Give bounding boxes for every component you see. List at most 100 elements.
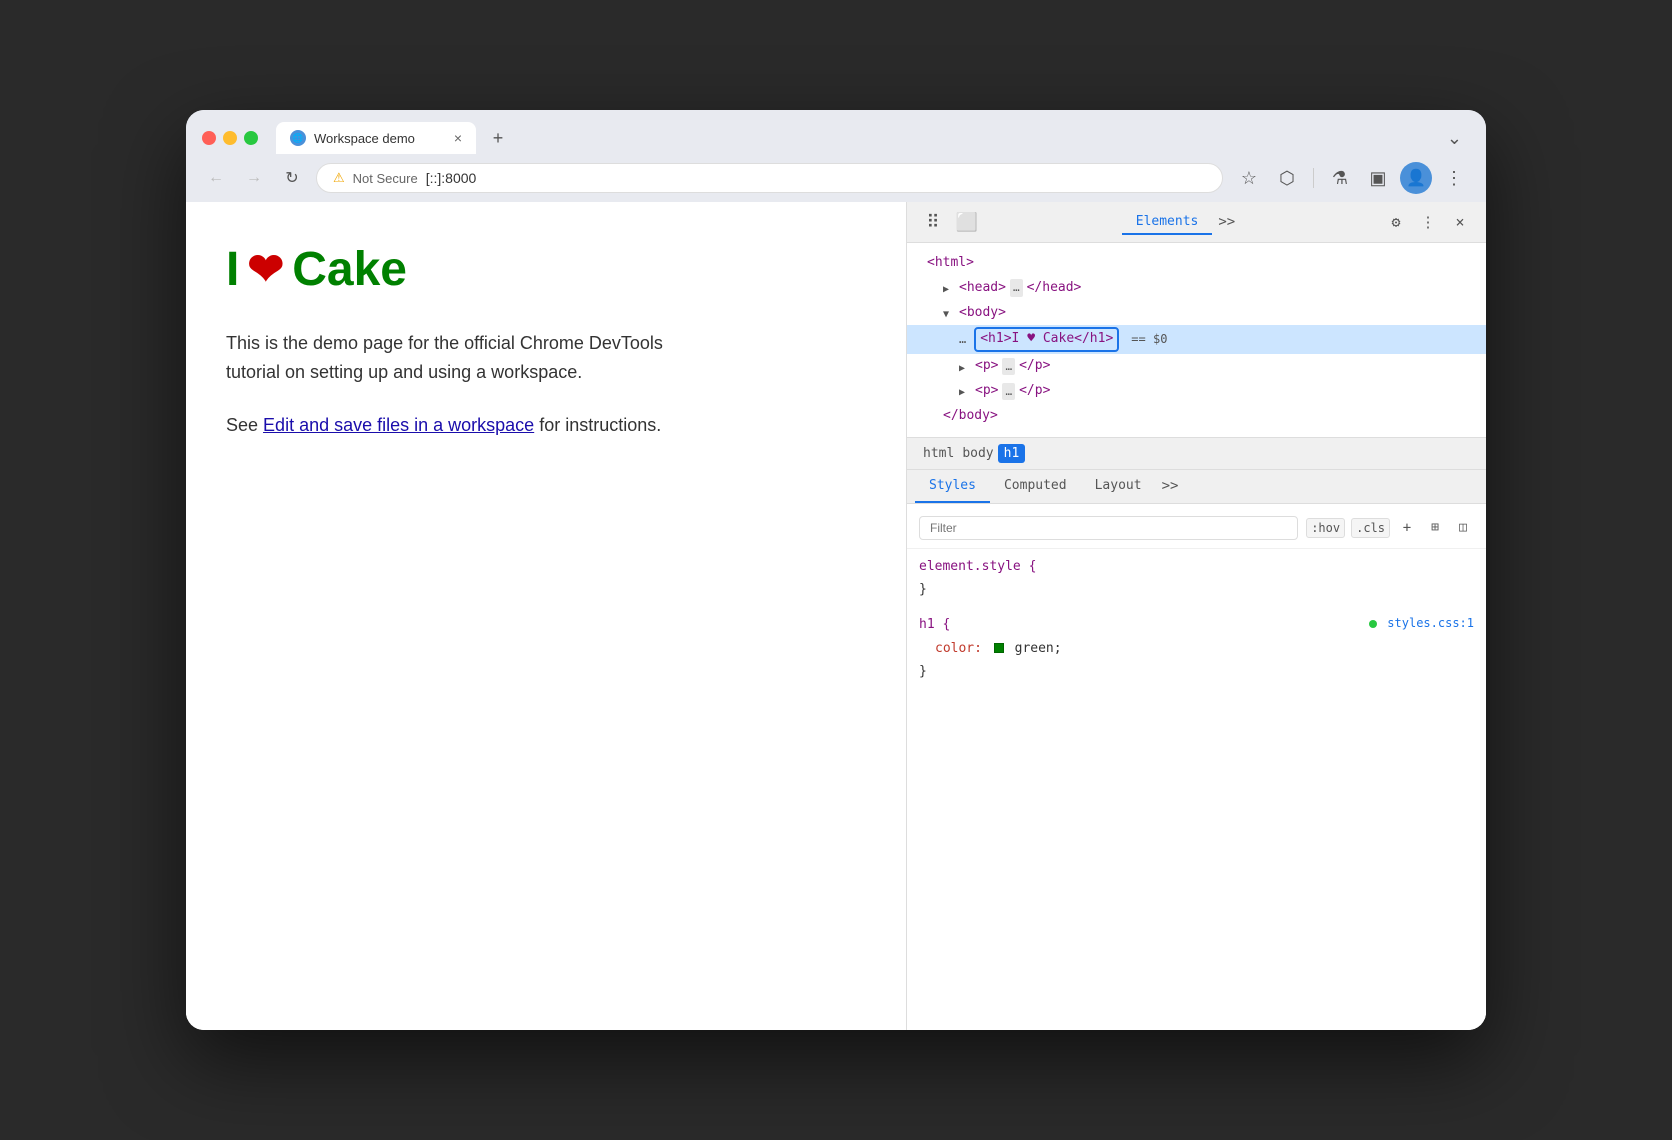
dom-body-tag: <body> bbox=[959, 303, 1006, 324]
styles-more-tabs[interactable]: >> bbox=[1156, 470, 1185, 503]
h1-closing: } bbox=[919, 660, 1474, 683]
not-secure-label: Not Secure bbox=[353, 171, 418, 186]
labs-icon[interactable]: ⚗ bbox=[1324, 162, 1356, 194]
browser-window: 🌐 Workspace demo × + ⌄ ← → ↻ ⚠ Not Secur… bbox=[186, 110, 1486, 1030]
security-warning-icon: ⚠ bbox=[333, 170, 345, 186]
filter-row: :hov .cls + ⊞ ◫ bbox=[907, 512, 1486, 549]
dom-h1-ellipsis[interactable]: … bbox=[959, 330, 966, 349]
inspect-element-button[interactable]: ⠿ bbox=[919, 208, 947, 236]
breadcrumb-html[interactable]: html bbox=[919, 444, 958, 463]
filter-buttons: :hov .cls + ⊞ ◫ bbox=[1306, 517, 1474, 539]
dom-h1-open-tag: <h1>I ♥ Cake</h1> bbox=[980, 329, 1113, 350]
styles-content: :hov .cls + ⊞ ◫ element.style { bbox=[907, 504, 1486, 1030]
heading-prefix: I bbox=[226, 242, 239, 297]
minimize-traffic-light[interactable] bbox=[223, 131, 237, 145]
color-swatch[interactable] bbox=[994, 643, 1004, 653]
sidebar-icon[interactable]: ▣ bbox=[1362, 162, 1394, 194]
h1-selector-line: h1 { styles.css:1 bbox=[919, 613, 1474, 636]
dom-p2-triangle[interactable]: ▶ bbox=[959, 385, 971, 397]
hov-button[interactable]: :hov bbox=[1306, 518, 1345, 538]
add-style-button[interactable]: + bbox=[1396, 517, 1418, 539]
css-source-text[interactable]: styles.css:1 bbox=[1387, 616, 1474, 630]
tab-row: 🌐 Workspace demo × + ⌄ bbox=[202, 122, 1470, 154]
computed-sidebar-button[interactable]: ◫ bbox=[1452, 517, 1474, 539]
workspace-link[interactable]: Edit and save files in a workspace bbox=[263, 415, 534, 435]
address-bar-row: ← → ↻ ⚠ Not Secure [::]:8000 ☆ ⬡ ⚗ ▣ 👤 ⋮ bbox=[186, 154, 1486, 202]
styles-tabs: Styles Computed Layout >> bbox=[907, 470, 1486, 504]
close-traffic-light[interactable] bbox=[202, 131, 216, 145]
tab-title: Workspace demo bbox=[314, 131, 446, 146]
maximize-traffic-light[interactable] bbox=[244, 131, 258, 145]
address-url: [::]:8000 bbox=[426, 170, 477, 186]
devtools-tabs: Elements >> bbox=[987, 210, 1376, 235]
dom-h1-line[interactable]: … <h1>I ♥ Cake</h1> == $0 bbox=[907, 325, 1486, 354]
dom-p1-close-tag: </p> bbox=[1019, 356, 1050, 377]
dom-breadcrumb: html body h1 bbox=[907, 437, 1486, 470]
h1-color-value: green; bbox=[1015, 641, 1062, 656]
toolbar-icons: ☆ ⬡ ⚗ ▣ 👤 ⋮ bbox=[1233, 162, 1470, 194]
devtools-close-button[interactable]: × bbox=[1446, 208, 1474, 236]
refresh-button[interactable]: ↻ bbox=[278, 164, 306, 192]
color-swatch-container: green; bbox=[994, 641, 1062, 656]
bookmark-icon[interactable]: ☆ bbox=[1233, 162, 1265, 194]
dom-head-dots[interactable]: … bbox=[1010, 279, 1023, 297]
dom-p1-line[interactable]: ▶ <p> … </p> bbox=[907, 354, 1486, 379]
menu-icon[interactable]: ⋮ bbox=[1438, 162, 1470, 194]
dom-body-triangle[interactable]: ▼ bbox=[943, 307, 955, 319]
element-style-closing: } bbox=[919, 578, 1474, 601]
tab-close-button[interactable]: × bbox=[454, 130, 462, 146]
dom-p2-tag: <p> bbox=[975, 381, 998, 402]
profile-icon[interactable]: 👤 bbox=[1400, 162, 1432, 194]
devtools-more-tabs[interactable]: >> bbox=[1212, 210, 1241, 235]
browser-tab-active[interactable]: 🌐 Workspace demo × bbox=[276, 122, 476, 154]
browser-content: I ❤ Cake This is the demo page for the o… bbox=[186, 202, 1486, 1030]
heart-emoji: ❤ bbox=[247, 244, 284, 295]
styles-tab-layout[interactable]: Layout bbox=[1081, 470, 1156, 503]
device-mode-button[interactable]: ⬜ bbox=[953, 208, 981, 236]
devtools-toolbar: ⠿ ⬜ Elements >> ⚙ ⋮ × bbox=[907, 202, 1486, 243]
extensions-icon[interactable]: ⬡ bbox=[1271, 162, 1303, 194]
devtools-right-icons: ⚙ ⋮ × bbox=[1382, 208, 1474, 236]
address-bar[interactable]: ⚠ Not Secure [::]:8000 bbox=[316, 163, 1223, 193]
dom-head-triangle[interactable]: ▶ bbox=[943, 282, 955, 294]
dom-html-tag: <html> bbox=[927, 253, 974, 274]
back-button[interactable]: ← bbox=[202, 164, 230, 192]
dom-head-close-tag: </head> bbox=[1027, 278, 1082, 299]
dom-head-line[interactable]: ▶ <head> … </head> bbox=[907, 276, 1486, 301]
toolbar-divider bbox=[1313, 168, 1314, 188]
dom-body-line[interactable]: ▼ <body> bbox=[907, 301, 1486, 326]
dom-p2-dots[interactable]: … bbox=[1002, 383, 1015, 401]
cls-button[interactable]: .cls bbox=[1351, 518, 1390, 538]
see-also-suffix: for instructions. bbox=[539, 415, 661, 435]
h1-selector: h1 { bbox=[919, 613, 950, 636]
dom-p1-dots[interactable]: … bbox=[1002, 358, 1015, 376]
css-source-link[interactable]: styles.css:1 bbox=[1369, 613, 1474, 636]
styles-tab-styles[interactable]: Styles bbox=[915, 470, 990, 503]
tab-menu-button[interactable]: ⌄ bbox=[1439, 124, 1470, 153]
page-content: I ❤ Cake This is the demo page for the o… bbox=[186, 202, 906, 1030]
new-stylesheet-button[interactable]: ⊞ bbox=[1424, 517, 1446, 539]
page-heading: I ❤ Cake bbox=[226, 242, 866, 297]
styles-tab-computed[interactable]: Computed bbox=[990, 470, 1081, 503]
dom-head-tag: <head> bbox=[959, 278, 1006, 299]
h1-style-block: h1 { styles.css:1 color: green; bbox=[907, 607, 1486, 689]
breadcrumb-body[interactable]: body bbox=[958, 444, 997, 463]
heading-suffix: Cake bbox=[292, 242, 407, 297]
title-bar: 🌐 Workspace demo × + ⌄ bbox=[186, 110, 1486, 154]
devtools-more-button[interactable]: ⋮ bbox=[1414, 208, 1442, 236]
h1-color-prop: color: bbox=[935, 641, 982, 656]
tab-favicon: 🌐 bbox=[290, 130, 306, 146]
dom-tree: <html> ▶ <head> … </head> ▼ <body> … bbox=[907, 243, 1486, 437]
h1-color-property: color: green; bbox=[919, 637, 1474, 660]
dom-p2-line[interactable]: ▶ <p> … </p> bbox=[907, 379, 1486, 404]
new-tab-button[interactable]: + bbox=[484, 124, 512, 152]
dom-html-line[interactable]: <html> bbox=[907, 251, 1486, 276]
elements-tab[interactable]: Elements bbox=[1122, 210, 1213, 235]
dom-body-close-line[interactable]: </body> bbox=[907, 404, 1486, 429]
forward-button[interactable]: → bbox=[240, 164, 268, 192]
breadcrumb-h1[interactable]: h1 bbox=[998, 444, 1026, 463]
dom-dollar-label: == $0 bbox=[1131, 330, 1167, 349]
filter-input[interactable] bbox=[919, 516, 1298, 540]
dom-p1-triangle[interactable]: ▶ bbox=[959, 361, 971, 373]
devtools-settings-button[interactable]: ⚙ bbox=[1382, 208, 1410, 236]
